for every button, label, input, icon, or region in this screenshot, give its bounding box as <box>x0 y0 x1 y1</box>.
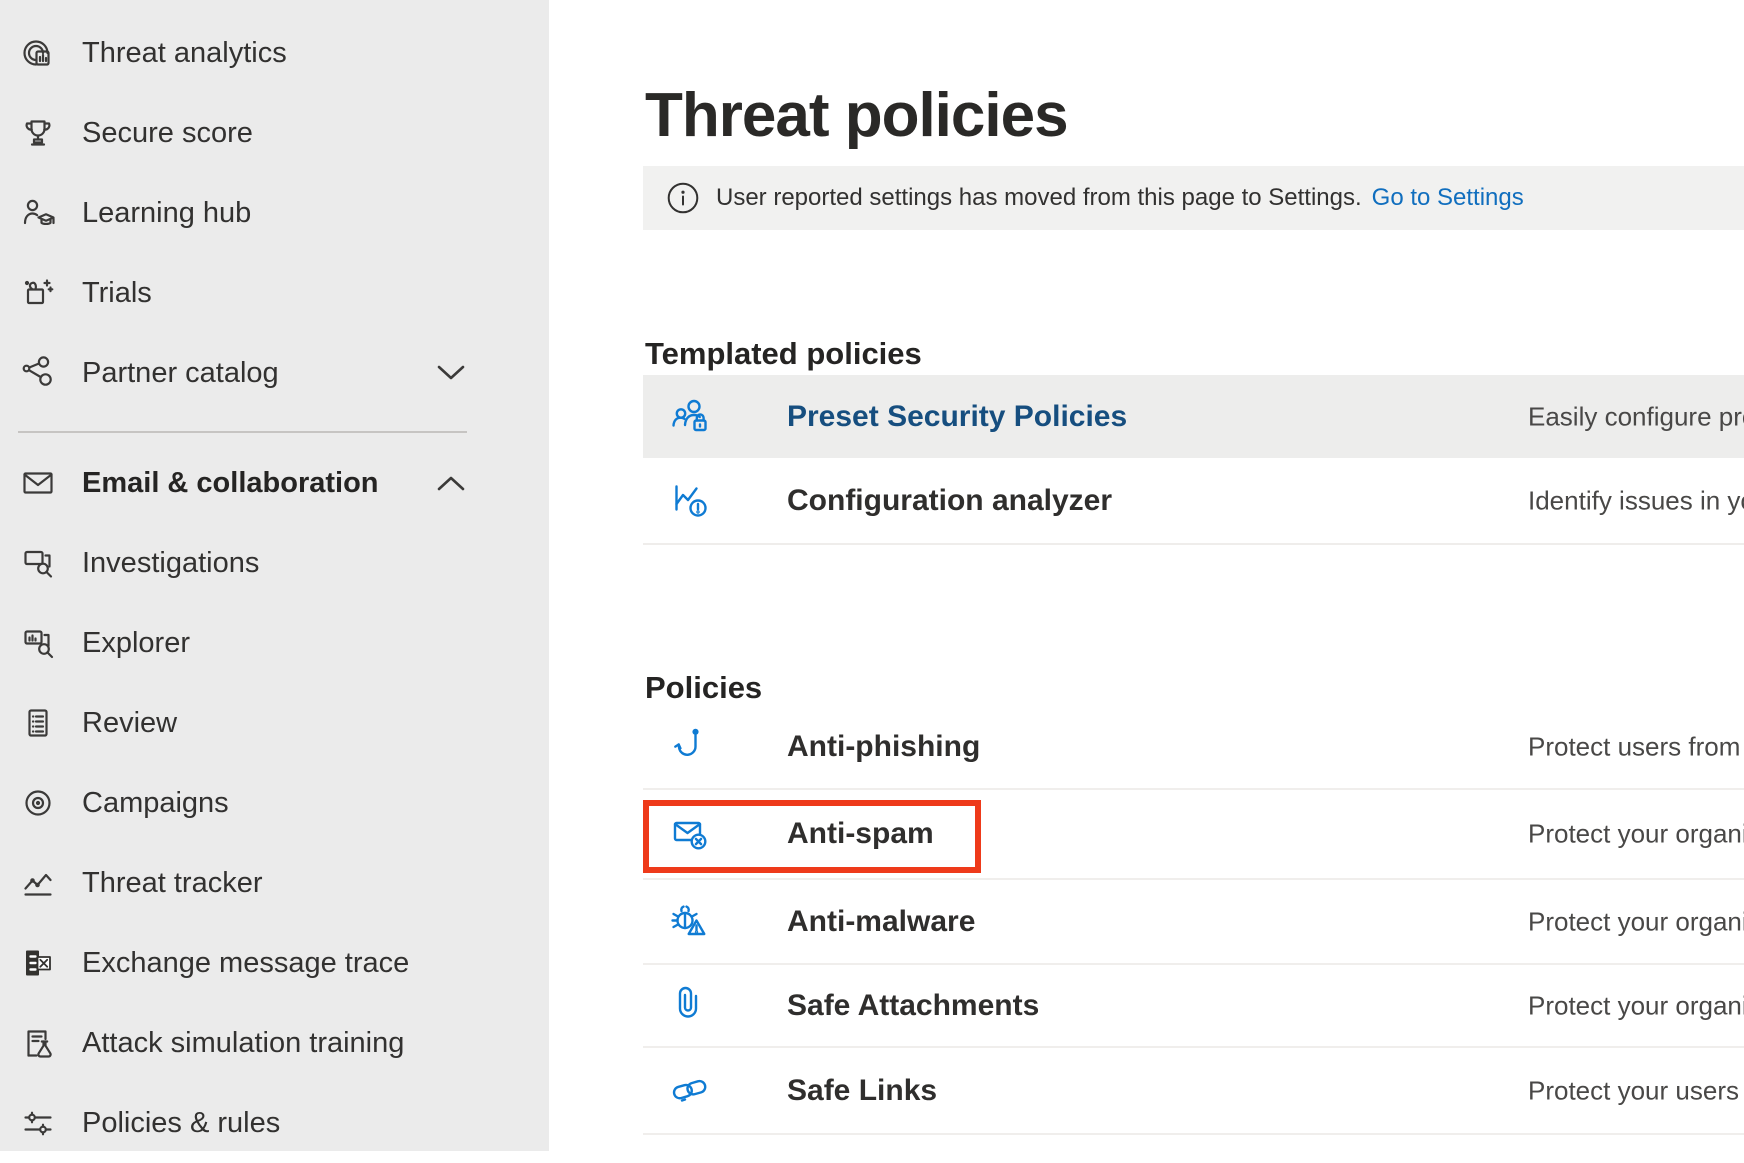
row-description: Easily configure prot <box>1528 401 1744 432</box>
sidebar-item-label: Investigations <box>82 547 259 580</box>
configuration-analyzer-icon <box>668 478 714 524</box>
row-anti-spam[interactable]: Anti-spam Protect your organiz <box>643 790 1744 880</box>
banner-message: User reported settings has moved from th… <box>716 184 1362 212</box>
secure-score-icon <box>19 114 57 152</box>
sidebar-item-explorer[interactable]: Explorer <box>0 603 549 683</box>
sidebar-item-partner-catalog[interactable]: Partner catalog <box>0 333 549 413</box>
trials-icon <box>19 274 57 312</box>
sidebar-item-label: Exchange message trace <box>82 947 409 980</box>
sidebar-item-label: Policies & rules <box>82 1107 280 1140</box>
sidebar-item-exchange-message-trace[interactable]: Exchange message trace <box>0 923 549 1003</box>
sidebar-item-label: Secure score <box>82 117 253 150</box>
info-icon <box>667 182 699 214</box>
policies-heading: Policies <box>645 670 762 706</box>
row-description: Identify issues in you <box>1528 485 1744 516</box>
threat-analytics-icon <box>19 34 57 72</box>
explorer-icon <box>19 624 57 662</box>
sidebar-item-learning-hub[interactable]: Learning hub <box>0 173 549 253</box>
row-description: Protect your users fr <box>1528 1075 1744 1106</box>
go-to-settings-link[interactable]: Go to Settings <box>1372 184 1524 212</box>
exchange-message-trace-icon <box>19 944 57 982</box>
row-label: Preset Security Policies <box>787 400 1127 434</box>
anti-spam-icon <box>668 811 714 857</box>
sidebar-item-campaigns[interactable]: Campaigns <box>0 763 549 843</box>
review-icon <box>19 704 57 742</box>
row-safe-links[interactable]: Safe Links Protect your users fr <box>643 1048 1744 1135</box>
row-description: Protect your organiz <box>1528 819 1744 850</box>
preset-security-policies-icon <box>668 394 714 440</box>
row-preset-security-policies[interactable]: Preset Security Policies Easily configur… <box>643 375 1744 458</box>
sidebar-item-label: Review <box>82 707 177 740</box>
row-label: Safe Attachments <box>787 989 1039 1023</box>
policies-rules-icon <box>19 1104 57 1142</box>
sidebar-item-threat-analytics[interactable]: Threat analytics <box>0 13 549 93</box>
sidebar-item-label: Campaigns <box>82 787 229 820</box>
sidebar-item-secure-score[interactable]: Secure score <box>0 93 549 173</box>
row-label: Anti-malware <box>787 905 975 939</box>
sidebar-item-review[interactable]: Review <box>0 683 549 763</box>
sidebar-item-label: Explorer <box>82 627 190 660</box>
threat-tracker-icon <box>19 864 57 902</box>
row-label: Anti-spam <box>787 817 934 851</box>
safe-attachments-icon <box>668 983 714 1029</box>
learning-hub-icon <box>19 194 57 232</box>
sidebar-item-threat-tracker[interactable]: Threat tracker <box>0 843 549 923</box>
row-label: Configuration analyzer <box>787 484 1112 518</box>
partner-catalog-icon <box>19 354 57 392</box>
investigations-icon <box>19 544 57 582</box>
campaigns-icon <box>19 784 57 822</box>
sidebar-item-label: Trials <box>82 277 152 310</box>
row-configuration-analyzer[interactable]: Configuration analyzer Identify issues i… <box>643 458 1744 545</box>
sidebar-item-label: Threat tracker <box>82 867 263 900</box>
email-collaboration-icon <box>19 464 57 502</box>
anti-malware-icon <box>668 899 714 945</box>
sidebar-item-label: Threat analytics <box>82 37 287 70</box>
sidebar: Threat analytics Secure score Learning h… <box>0 0 549 1151</box>
chevron-down-icon <box>437 365 465 381</box>
anti-phishing-icon <box>668 724 714 770</box>
sidebar-item-policies-rules[interactable]: Policies & rules <box>0 1083 549 1163</box>
row-description: Protect users from p <box>1528 731 1744 762</box>
row-safe-attachments[interactable]: Safe Attachments Protect your organiz <box>643 965 1744 1048</box>
row-description: Protect your organiz <box>1528 990 1744 1021</box>
sidebar-item-email-collaboration[interactable]: Email & collaboration <box>0 443 549 523</box>
sidebar-item-investigations[interactable]: Investigations <box>0 523 549 603</box>
sidebar-divider <box>18 431 467 433</box>
safe-links-icon <box>668 1068 714 1114</box>
sidebar-item-label: Attack simulation training <box>82 1027 404 1060</box>
page-title: Threat policies <box>645 82 1068 150</box>
row-anti-malware[interactable]: Anti-malware Protect your organiz <box>643 880 1744 965</box>
templated-policies-heading: Templated policies <box>645 336 922 372</box>
main-content: Threat policies User reported settings h… <box>549 0 1744 1151</box>
row-label: Safe Links <box>787 1074 937 1108</box>
row-anti-phishing[interactable]: Anti-phishing Protect users from p <box>643 705 1744 790</box>
sidebar-item-trials[interactable]: Trials <box>0 253 549 333</box>
sidebar-item-label: Email & collaboration <box>82 467 379 500</box>
attack-simulation-training-icon <box>19 1024 57 1062</box>
sidebar-item-attack-simulation-training[interactable]: Attack simulation training <box>0 1003 549 1083</box>
row-description: Protect your organiz <box>1528 906 1744 937</box>
row-label: Anti-phishing <box>787 730 980 764</box>
info-banner: User reported settings has moved from th… <box>643 166 1744 230</box>
sidebar-item-label: Learning hub <box>82 197 251 230</box>
chevron-up-icon <box>437 475 465 491</box>
sidebar-item-label: Partner catalog <box>82 357 279 390</box>
